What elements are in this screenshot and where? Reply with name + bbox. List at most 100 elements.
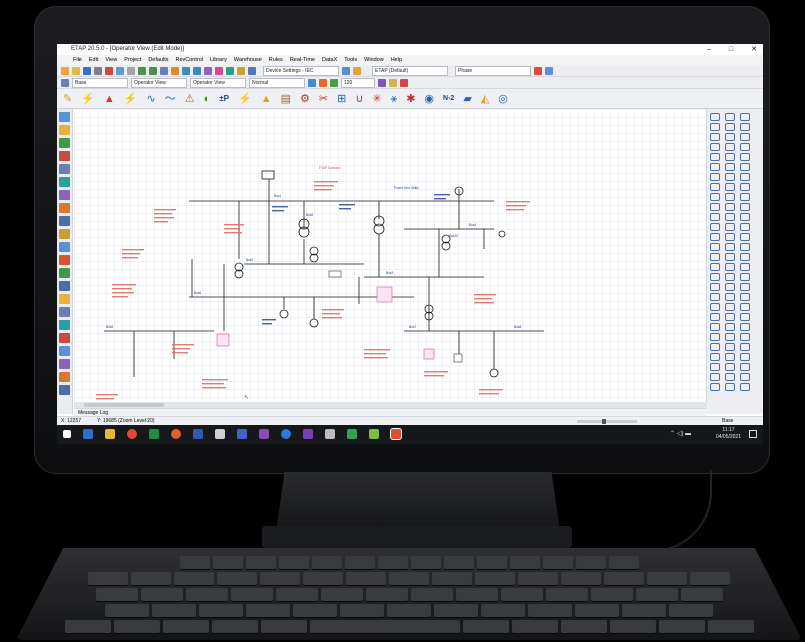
chrome-icon[interactable]	[127, 429, 137, 439]
element-tool-65-icon[interactable]	[725, 323, 735, 331]
element-tool-30-icon[interactable]	[740, 203, 750, 211]
menu-item-rules[interactable]: Rules	[269, 55, 283, 65]
element-tool-39-icon[interactable]	[740, 233, 750, 241]
system-tray[interactable]: ⌃ ◁) ▬	[670, 430, 691, 437]
theme-icon[interactable]	[215, 66, 223, 75]
optimal-power-label[interactable]: ±P	[219, 93, 229, 105]
element-tool-8-icon[interactable]	[725, 133, 735, 141]
element-tool-60-icon[interactable]	[740, 303, 750, 311]
element-tool-66-icon[interactable]	[740, 323, 750, 331]
vvo-icon[interactable]: ◭	[481, 93, 489, 105]
switching-icon[interactable]: ✳	[372, 93, 381, 105]
element-tool-79-icon[interactable]	[710, 373, 720, 381]
element-tool-72-icon[interactable]	[740, 343, 750, 351]
element-tool-63-icon[interactable]	[740, 313, 750, 321]
copy-icon[interactable]	[116, 66, 124, 75]
element-tool-73-icon[interactable]	[710, 353, 720, 361]
left-tool-19-icon[interactable]	[59, 346, 70, 356]
undo-icon[interactable]	[182, 66, 190, 75]
element-tool-2-icon[interactable]	[725, 113, 735, 121]
menu-item-edit[interactable]: Edit	[89, 55, 98, 65]
cable-icon[interactable]: ✂	[319, 93, 328, 105]
element-tool-61-icon[interactable]	[710, 313, 720, 321]
element-tool-29-icon[interactable]	[725, 203, 735, 211]
left-tool-17-icon[interactable]	[59, 320, 70, 330]
n-2-contingency-label[interactable]: N-2	[443, 93, 454, 105]
firefox-icon[interactable]	[171, 429, 181, 439]
new-icon[interactable]	[61, 66, 69, 75]
element-tool-57-icon[interactable]	[740, 293, 750, 301]
open-icon[interactable]	[72, 66, 80, 75]
stop-icon[interactable]	[400, 78, 408, 87]
harmonics-icon[interactable]: ∿	[147, 93, 156, 105]
app-lime-icon[interactable]	[369, 429, 379, 439]
element-tool-23-icon[interactable]	[725, 183, 735, 191]
menu-item-revcontrol[interactable]: RevControl	[176, 55, 204, 65]
minimize-button[interactable]: –	[707, 44, 711, 55]
element-tool-16-icon[interactable]	[710, 163, 720, 171]
element-tool-13-icon[interactable]	[710, 153, 720, 161]
element-tool-9-icon[interactable]	[740, 133, 750, 141]
windows-start-icon[interactable]	[63, 430, 71, 438]
left-tool-2-icon[interactable]	[59, 125, 70, 135]
battery-icon[interactable]: ▤	[281, 93, 291, 105]
left-tool-13-icon[interactable]	[59, 268, 70, 278]
scroll-thumb[interactable]	[84, 403, 164, 407]
element-tool-62-icon[interactable]	[725, 313, 735, 321]
element-tool-80-icon[interactable]	[725, 373, 735, 381]
teams-icon[interactable]	[237, 429, 247, 439]
element-tool-75-icon[interactable]	[740, 353, 750, 361]
element-tool-77-icon[interactable]	[725, 363, 735, 371]
element-tool-51-icon[interactable]	[740, 273, 750, 281]
magnet-icon[interactable]: ∪	[355, 93, 363, 105]
element-tool-28-icon[interactable]	[710, 203, 720, 211]
save-icon[interactable]	[83, 66, 91, 75]
operator-view-select-1[interactable]: Operator View	[131, 77, 187, 88]
menu-item-warehouse[interactable]: Warehouse	[234, 55, 262, 65]
outlook-icon[interactable]	[83, 429, 93, 439]
maximize-button[interactable]: □	[729, 44, 733, 55]
menu-item-datax[interactable]: DataX	[322, 55, 337, 65]
study-value-field[interactable]: 120	[341, 77, 375, 88]
element-tool-3-icon[interactable]	[740, 113, 750, 121]
element-tool-21-icon[interactable]	[740, 173, 750, 181]
file-explorer-icon[interactable]	[105, 429, 115, 439]
element-tool-15-icon[interactable]	[740, 153, 750, 161]
element-tool-27-icon[interactable]	[740, 193, 750, 201]
onenote-icon[interactable]	[259, 429, 269, 439]
eye-icon[interactable]: ◉	[424, 93, 434, 105]
left-tool-12-icon[interactable]	[59, 255, 70, 265]
element-tool-59-icon[interactable]	[725, 303, 735, 311]
element-tool-32-icon[interactable]	[725, 213, 735, 221]
help-icon[interactable]	[248, 66, 256, 75]
element-tool-1-icon[interactable]	[710, 113, 720, 121]
load-flow-icon[interactable]: ⚡	[81, 93, 95, 105]
element-tool-22-icon[interactable]	[710, 183, 720, 191]
element-tool-18-icon[interactable]	[740, 163, 750, 171]
onenote-2-icon[interactable]	[303, 429, 313, 439]
tag-icon[interactable]	[353, 66, 361, 75]
excel-icon[interactable]	[149, 429, 159, 439]
element-tool-19-icon[interactable]	[710, 173, 720, 181]
transient-icon[interactable]: 〜	[165, 93, 176, 105]
menu-item-defaults[interactable]: Defaults	[148, 55, 168, 65]
one-line-diagram[interactable]: ETAP Scenario Power Grid Utility Bus1 Bu…	[74, 109, 707, 402]
print-icon[interactable]	[94, 66, 102, 75]
etap-taskbar-icon[interactable]	[390, 428, 402, 440]
zoom-in-icon[interactable]	[138, 66, 146, 75]
menu-item-help[interactable]: Help	[391, 55, 402, 65]
element-tool-50-icon[interactable]	[725, 273, 735, 281]
element-tool-31-icon[interactable]	[710, 213, 720, 221]
element-tool-81-icon[interactable]	[740, 373, 750, 381]
element-tool-46-icon[interactable]	[710, 263, 720, 271]
zoom-out-icon[interactable]	[149, 66, 157, 75]
left-tool-6-icon[interactable]	[59, 177, 70, 187]
left-tool-11-icon[interactable]	[59, 242, 70, 252]
element-tool-26-icon[interactable]	[725, 193, 735, 201]
element-tool-37-icon[interactable]	[710, 233, 720, 241]
element-tool-52-icon[interactable]	[710, 283, 720, 291]
left-tool-21-icon[interactable]	[59, 372, 70, 382]
element-tool-12-icon[interactable]	[740, 143, 750, 151]
element-tool-68-icon[interactable]	[725, 333, 735, 341]
zoom-fit-icon[interactable]	[160, 66, 168, 75]
